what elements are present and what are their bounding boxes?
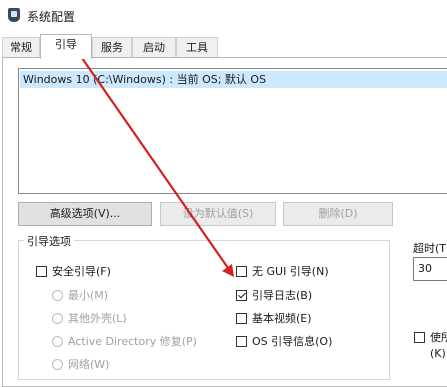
tab-boot[interactable]: 引导 — [40, 34, 92, 59]
annotation-arrow-head — [222, 264, 234, 277]
annotation-arrow-line — [81, 57, 229, 269]
